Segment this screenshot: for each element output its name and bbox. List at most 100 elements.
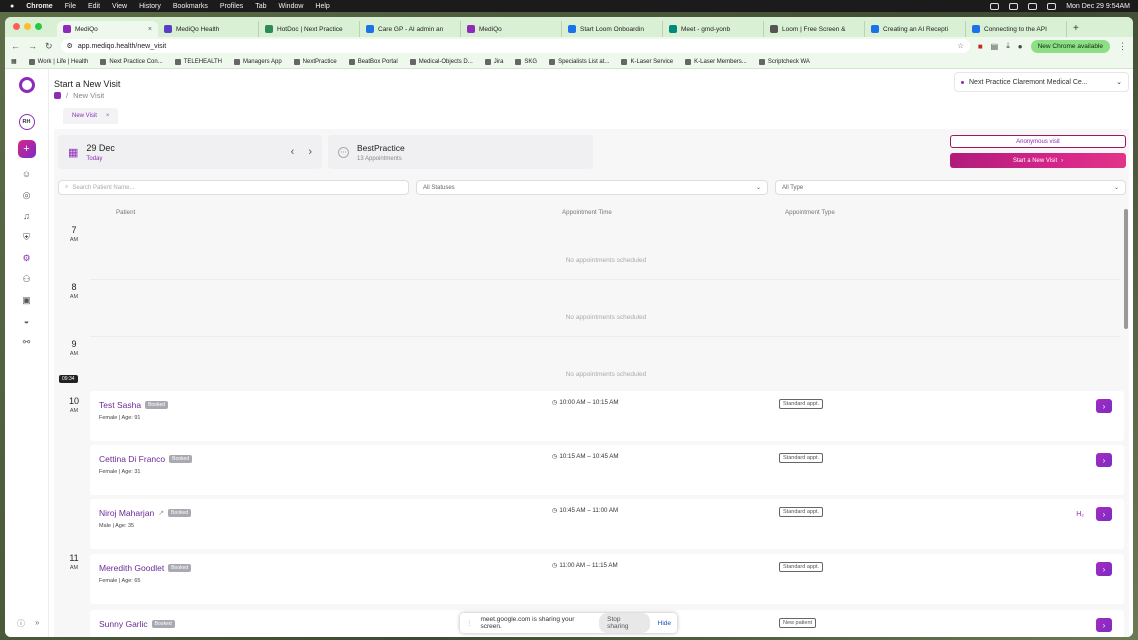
menu-history[interactable]: History	[139, 3, 161, 10]
bookmark-item[interactable]: SKG	[515, 58, 537, 65]
open-visit-button[interactable]: ›	[1096, 399, 1112, 413]
browser-tab[interactable]: HotDoc | Next Practice	[259, 21, 360, 37]
open-visit-button[interactable]: ›	[1096, 507, 1112, 521]
inbox-icon[interactable]: ◒	[22, 316, 32, 326]
download-icon[interactable]: ⤓	[1006, 41, 1010, 51]
calendar-icon[interactable]: ▦	[68, 146, 78, 159]
menu-window[interactable]: Window	[279, 3, 304, 10]
open-visit-button[interactable]: ›	[1096, 618, 1112, 632]
table-row[interactable]: Test Sasha Booked Female | Age: 91 ◷ 10:00…	[90, 391, 1124, 441]
forward-icon[interactable]: →	[28, 41, 37, 51]
patient-name[interactable]: Test Sasha	[99, 400, 141, 410]
bookmark-item[interactable]: K-Laser Members...	[685, 58, 747, 65]
chrome-menu-icon[interactable]: ⋮	[1118, 41, 1127, 52]
new-tab-icon[interactable]: +	[1073, 23, 1079, 34]
breadcrumb-home-icon[interactable]	[54, 92, 61, 99]
browser-tab[interactable]: Care GP - AI admin an	[360, 21, 461, 37]
menu-tab[interactable]: Tab	[255, 3, 266, 10]
menu-edit[interactable]: Edit	[88, 3, 100, 10]
team-icon[interactable]: ⚇	[22, 274, 32, 284]
close-window-button[interactable]	[13, 23, 20, 30]
bookmark-item[interactable]: Specialists List at...	[549, 58, 609, 65]
bookmark-item[interactable]: Scriptcheck WA	[758, 58, 810, 65]
patient-name[interactable]: Cettina Di Franco	[99, 454, 165, 464]
hide-button[interactable]: Hide	[658, 620, 671, 627]
browser-tab[interactable]: Connecting to the API	[966, 21, 1067, 37]
chat-icon[interactable]: ◎	[22, 190, 32, 200]
mediqo-logo[interactable]	[18, 77, 35, 93]
drag-handle-icon[interactable]: ⋮	[466, 619, 473, 627]
table-row[interactable]: Meredith Goodlet Booked Female | Age: 65 …	[90, 554, 1124, 604]
browser-tab[interactable]: MediQo Health	[158, 21, 259, 37]
security-icon[interactable]: ⛨	[22, 232, 32, 242]
reload-icon[interactable]: ↻	[45, 41, 53, 52]
extension-icon[interactable]: ■	[978, 42, 983, 51]
previous-day-icon[interactable]: ‹	[291, 146, 295, 158]
microphone-icon[interactable]: ♫	[22, 211, 32, 221]
search-input[interactable]: ⌕ Search Patient Name...	[58, 180, 409, 195]
browser-tab[interactable]: Start Loom Onboardin	[562, 21, 663, 37]
external-link-icon[interactable]: ↗	[158, 509, 164, 517]
address-bar[interactable]: ⚙ app.mediqo.health/new_visit ☆	[60, 39, 970, 53]
integrations-icon[interactable]: ⚯	[22, 337, 32, 347]
patients-icon[interactable]: ☺	[22, 169, 32, 179]
analytics-icon[interactable]: ▣	[22, 295, 32, 305]
help-icon[interactable]: ⓘ	[17, 618, 25, 629]
scrollbar[interactable]	[1124, 209, 1128, 329]
status-icon[interactable]	[990, 2, 1000, 10]
bookmark-item[interactable]: NextPractice	[293, 58, 337, 65]
profile-icon[interactable]: ●	[1018, 42, 1023, 51]
next-day-icon[interactable]: ›	[308, 146, 312, 158]
bookmark-item[interactable]: Medical-Objects D...	[409, 58, 473, 65]
zoom-window-button[interactable]	[35, 23, 42, 30]
bookmark-item[interactable]: Jira	[484, 58, 503, 65]
bookmark-star-icon[interactable]: ☆	[958, 42, 964, 50]
browser-tab[interactable]: MediQo ×	[57, 21, 158, 37]
back-icon[interactable]: ←	[11, 41, 20, 51]
bookmark-item[interactable]: TELEHEALTH	[174, 58, 222, 65]
settings-icon[interactable]: ⚙	[22, 253, 32, 263]
open-visit-button[interactable]: ›	[1096, 562, 1112, 576]
menubar-clock[interactable]: Mon Dec 29 9:54AM	[1066, 3, 1130, 10]
apps-grid-icon[interactable]: ▦	[11, 58, 17, 65]
patient-name[interactable]: Niroj Maharjan	[99, 508, 154, 518]
patient-name[interactable]: Sunny Garlic	[99, 619, 148, 629]
minimize-window-button[interactable]	[24, 23, 31, 30]
patient-name[interactable]: Meredith Goodlet	[99, 563, 164, 573]
table-row[interactable]: Niroj Maharjan ↗ Booked Male | Age: 35 ◷ 10…	[90, 499, 1124, 549]
stop-sharing-button[interactable]: Stop sharing	[599, 613, 650, 633]
menu-file[interactable]: File	[65, 3, 76, 10]
bookmark-item[interactable]: Work | Life | Health	[28, 58, 88, 65]
menu-app[interactable]: Chrome	[26, 3, 52, 10]
practice-selector[interactable]: Next Practice Claremont Medical Ce... ⌄	[954, 72, 1129, 92]
menu-bookmarks[interactable]: Bookmarks	[173, 3, 208, 10]
open-visit-button[interactable]: ›	[1096, 453, 1112, 467]
browser-tab[interactable]: MediQo	[461, 21, 562, 37]
bookmark-item[interactable]: BeatBox Portal	[348, 58, 398, 65]
menu-profiles[interactable]: Profiles	[220, 3, 243, 10]
battery-icon[interactable]	[1047, 2, 1057, 10]
start-new-visit-button[interactable]: Start a New Visit ›	[950, 153, 1126, 168]
bestpractice-card[interactable]: ⋯ BestPractice 13 Appointments	[328, 135, 593, 169]
collapse-sidebar-icon[interactable]: »	[35, 618, 39, 629]
new-chrome-available-button[interactable]: New Chrome available	[1030, 39, 1110, 53]
status-filter-select[interactable]: All Statuses ⌄	[416, 180, 768, 195]
today-label[interactable]: Today	[86, 156, 115, 162]
close-tab-icon[interactable]: ×	[148, 26, 152, 33]
new-visit-plus-button[interactable]: +	[17, 140, 36, 158]
browser-tab[interactable]: Meet - gmd-yonb	[663, 21, 764, 37]
status-icon[interactable]	[1009, 2, 1019, 10]
bookmark-item[interactable]: K-Laser Service	[621, 58, 673, 65]
extensions-puzzle-icon[interactable]: ▤	[991, 42, 999, 51]
anonymous-visit-button[interactable]: Anonymous visit	[950, 135, 1126, 148]
close-icon[interactable]: ×	[106, 113, 110, 119]
browser-tab[interactable]: Creating an AI Recepti	[865, 21, 966, 37]
tab-new-visit[interactable]: New Visit ×	[63, 108, 119, 124]
browser-tab[interactable]: Loom | Free Screen &	[764, 21, 865, 37]
bookmark-item[interactable]: Next Practice Con...	[100, 58, 163, 65]
site-info-icon[interactable]: ⚙	[67, 42, 73, 50]
menu-view[interactable]: View	[112, 3, 127, 10]
wifi-icon[interactable]	[1028, 2, 1038, 10]
apple-icon[interactable]: ●	[10, 3, 14, 10]
type-filter-select[interactable]: All Type ⌄	[775, 180, 1126, 195]
